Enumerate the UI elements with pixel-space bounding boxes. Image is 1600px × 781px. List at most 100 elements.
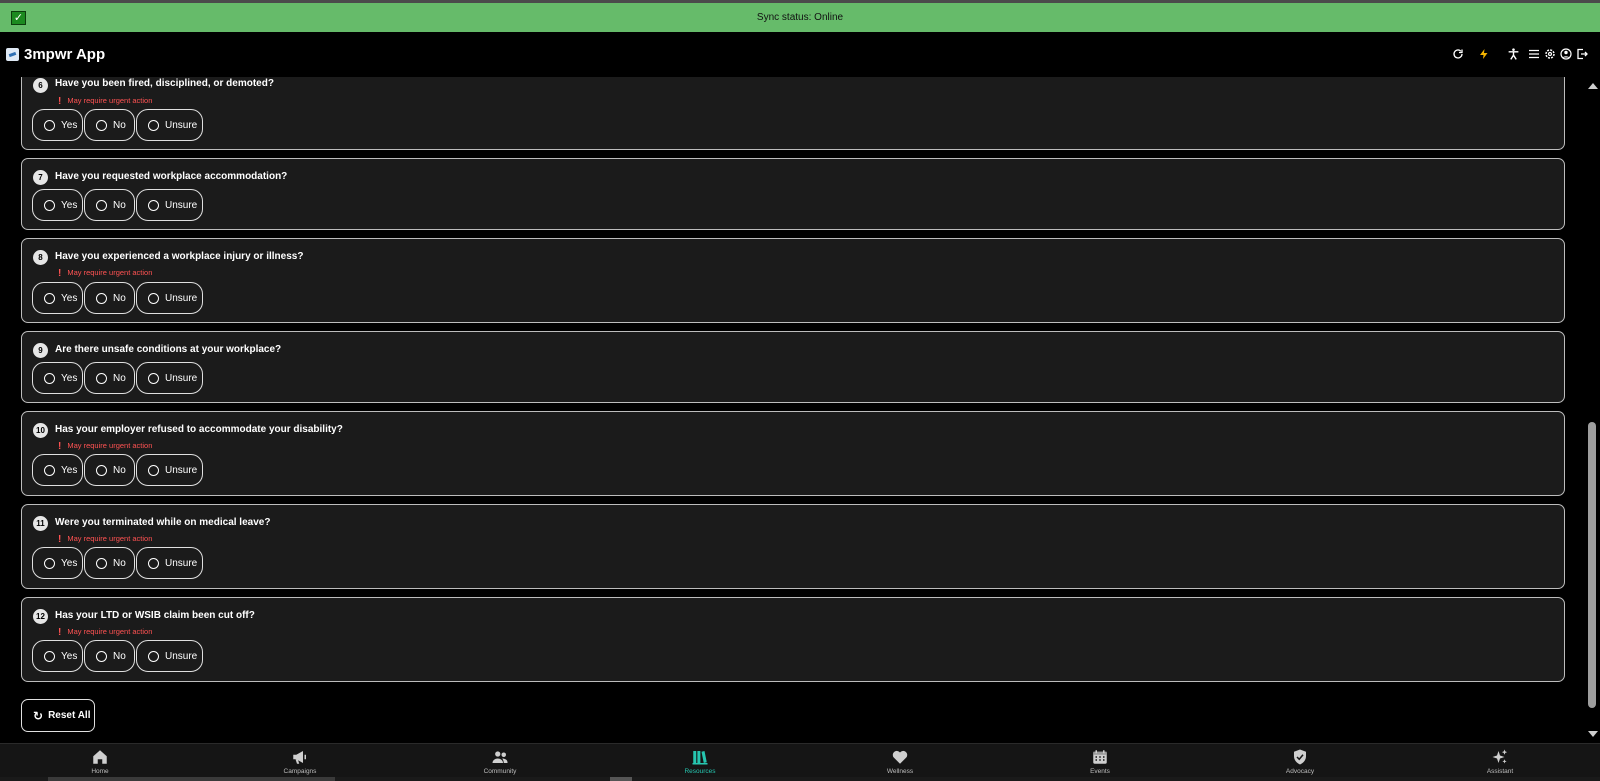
radio-icon [96,464,107,476]
nav-label: Campaigns [283,768,317,775]
nav-resources[interactable]: Resources [640,744,760,778]
reset-icon: ↻ [33,708,44,723]
answer-options: Yes No Unsure [32,189,204,221]
nav-label: Advocacy [1285,768,1315,775]
radio-icon [148,650,159,662]
nav-advocacy[interactable]: Advocacy [1240,744,1360,778]
urgent-warning: ! May require urgent action [58,627,153,638]
radio-icon [148,372,159,384]
nav-label: Home [91,768,109,775]
nav-events[interactable]: Events [1040,744,1160,778]
taskbar-segment [610,777,632,781]
sparkle-icon [1492,749,1508,764]
people-icon [492,751,508,763]
nav-label: Assistant [1486,768,1514,775]
nav-label: Resources [684,768,716,775]
vertical-scrollbar[interactable] [1584,77,1600,743]
question-number-badge: 8 [33,250,48,265]
accessibility-icon[interactable] [1504,45,1522,63]
megaphone-icon [293,751,306,764]
radio-icon [44,199,55,211]
option-unsure[interactable]: Unsure [136,282,203,314]
nav-label: Wellness [886,768,914,775]
radio-icon [44,292,55,304]
nav-community[interactable]: Community [440,744,560,778]
question-card-8: 8 Have you experienced a workplace injur… [21,238,1565,323]
option-no[interactable]: No [84,282,135,314]
option-no[interactable]: No [84,362,135,394]
alert-icon: ! [58,627,62,638]
urgent-warning: ! May require urgent action [58,441,153,452]
question-number-badge: 6 [33,78,48,93]
answer-options: Yes No Unsure [32,282,204,314]
answer-options: Yes No Unsure [32,362,204,394]
question-card-11: 11 Were you terminated while on medical … [21,504,1565,589]
question-number-badge: 9 [33,343,48,358]
option-yes[interactable]: Yes [32,454,83,486]
radio-icon [148,464,159,476]
scrollbar-thumb[interactable] [1588,422,1596,708]
option-no[interactable]: No [84,640,135,672]
nav-label: Events [1090,768,1110,775]
option-yes[interactable]: Yes [32,640,83,672]
option-unsure[interactable]: Unsure [136,109,203,141]
reset-all-button[interactable]: ↻ Reset All [21,699,95,732]
scroll-down-arrow-icon[interactable] [1588,731,1598,737]
question-card-9: 9 Are there unsafe conditions at your wo… [21,331,1565,403]
bottom-navigation: Home Campaigns Community Resources Welln… [0,743,1600,777]
option-unsure[interactable]: Unsure [136,547,203,579]
answer-options: Yes No Unsure [32,547,204,579]
app-title: 3mpwr App [24,46,106,63]
home-icon [93,750,107,764]
alert-icon: ! [58,441,62,452]
question-number-badge: 10 [33,423,48,438]
sync-status-bar: ✓ Sync status: Online [0,3,1600,32]
option-no[interactable]: No [84,189,135,221]
app-logo-icon [6,48,19,61]
sync-check-icon: ✓ [11,11,26,25]
refresh-icon[interactable] [1449,45,1467,63]
radio-icon [96,199,107,211]
taskbar-segment [48,777,335,781]
urgent-warning: ! May require urgent action [58,96,153,107]
option-no[interactable]: No [84,109,135,141]
scroll-up-arrow-icon[interactable] [1588,83,1598,89]
option-unsure[interactable]: Unsure [136,640,203,672]
bolt-icon[interactable] [1475,45,1493,63]
app-header: 3mpwr App [0,32,1600,77]
taskbar-strip [0,777,1600,781]
radio-icon [44,650,55,662]
question-text: Have you requested workplace accommodati… [55,171,288,182]
radio-icon [148,119,159,131]
option-no[interactable]: No [84,454,135,486]
urgent-warning: ! May require urgent action [58,268,153,279]
radio-icon [96,292,107,304]
nav-wellness[interactable]: Wellness [840,744,960,778]
alert-icon: ! [58,96,62,107]
answer-options: Yes No Unsure [32,109,204,141]
option-yes[interactable]: Yes [32,109,83,141]
question-text: Were you terminated while on medical lea… [55,517,271,528]
option-unsure[interactable]: Unsure [136,362,203,394]
header-actions [1400,32,1600,77]
calendar-icon [1093,750,1107,764]
option-yes[interactable]: Yes [32,189,83,221]
option-yes[interactable]: Yes [32,282,83,314]
question-text: Have you been fired, disciplined, or dem… [55,78,274,89]
option-yes[interactable]: Yes [32,547,83,579]
question-number-badge: 7 [33,170,48,185]
sync-status-text: Sync status: Online [756,12,844,23]
radio-icon [96,119,107,131]
nav-assistant[interactable]: Assistant [1440,744,1560,778]
answer-options: Yes No Unsure [32,640,204,672]
nav-home[interactable]: Home [40,744,160,778]
option-no[interactable]: No [84,547,135,579]
urgent-warning: ! May require urgent action [58,534,153,545]
option-unsure[interactable]: Unsure [136,189,203,221]
nav-campaigns[interactable]: Campaigns [240,744,360,778]
nav-label: Community [483,768,517,775]
option-unsure[interactable]: Unsure [136,454,203,486]
option-yes[interactable]: Yes [32,362,83,394]
question-number-badge: 12 [33,609,48,624]
logout-icon[interactable] [1573,45,1591,63]
